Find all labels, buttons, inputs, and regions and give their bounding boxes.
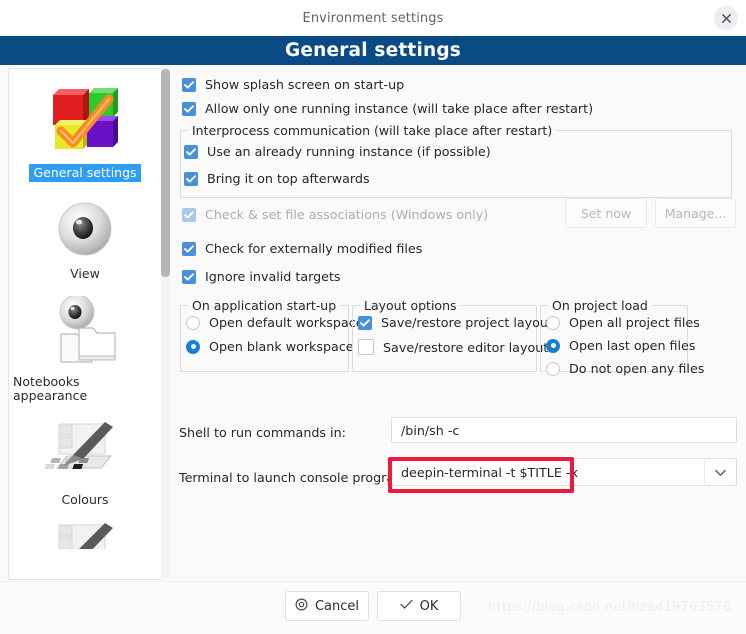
checkbox-row-single-instance[interactable]: Allow only one running instance (will ta… — [182, 101, 593, 116]
ok-button-label: OK — [419, 598, 439, 614]
eye-icon — [39, 198, 131, 260]
sidebar-item-label: Notebooks appearance — [13, 373, 88, 404]
section-header: General settings — [0, 36, 746, 65]
checkbox-row-save-project-layout[interactable]: Save/restore project layout — [358, 315, 553, 330]
check-icon — [399, 599, 413, 614]
checkbox-label: Allow only one running instance (will ta… — [205, 101, 594, 116]
checkbox-label: Check & set file associations (Windows o… — [205, 207, 489, 222]
environment-settings-dialog: Environment settings General settings Ge… — [0, 0, 746, 634]
checkbox-file-associations[interactable] — [182, 207, 196, 222]
checkbox-label: Bring it on top afterwards — [207, 171, 370, 186]
radio-open-blank-workspace[interactable] — [186, 339, 200, 354]
project-load-group-title: On project load — [548, 298, 652, 313]
radio-open-default-workspace[interactable] — [186, 315, 200, 330]
checkbox-row-use-running-instance[interactable]: Use an already running instance (if poss… — [184, 144, 491, 159]
checkbox-check-external-mods[interactable] — [182, 241, 196, 256]
radio-row-open-all-project-files[interactable]: Open all project files — [546, 315, 700, 330]
colored-cubes-check-icon — [39, 81, 131, 159]
radio-label: Do not open any files — [569, 361, 705, 376]
checkbox-bring-on-top[interactable] — [184, 171, 198, 186]
palette-brush-icon — [39, 418, 131, 486]
dialog-body: General settings View Notebooks appearan… — [0, 65, 746, 581]
radio-row-open-last-open-files[interactable]: Open last open files — [546, 338, 695, 353]
checkbox-row-ignore-invalid-targets[interactable]: Ignore invalid targets — [182, 269, 341, 284]
checkbox-label: Ignore invalid targets — [205, 269, 341, 284]
settings-sidebar[interactable]: General settings View Notebooks appearan… — [8, 68, 162, 580]
close-icon — [721, 13, 732, 24]
window-title: Environment settings — [302, 10, 444, 26]
chevron-down-icon — [715, 465, 726, 480]
sidebar-item-notebooks-appearance[interactable]: Notebooks appearance — [9, 284, 161, 406]
shell-field-label: Shell to run commands in: — [179, 425, 346, 440]
sidebar-item-label: General settings — [29, 164, 141, 183]
checkbox-save-editor-layout[interactable] — [358, 339, 374, 355]
set-now-button[interactable]: Set now — [565, 198, 647, 228]
palette-brush-icon — [39, 519, 131, 555]
interprocess-group-title: Interprocess communication (will take pl… — [188, 123, 557, 138]
close-button[interactable] — [714, 6, 738, 30]
sidebar-item-colours[interactable]: Colours — [9, 406, 161, 509]
manage-button[interactable]: Manage... — [655, 198, 736, 228]
shell-input[interactable]: /bin/sh -c — [391, 417, 737, 443]
checkbox-label: Show splash screen on start-up — [205, 77, 405, 92]
folders-eye-icon — [39, 294, 131, 368]
sidebar-item-label: View — [70, 266, 100, 282]
checkbox-single-instance[interactable] — [182, 101, 196, 116]
radio-row-do-not-open-any-files[interactable]: Do not open any files — [546, 361, 704, 376]
radio-label: Open all project files — [569, 315, 700, 330]
radio-row-open-blank-workspace[interactable]: Open blank workspace — [186, 339, 354, 354]
checkbox-row-save-editor-layout[interactable]: Save/restore editor layout — [358, 339, 548, 355]
sidebar-item-view[interactable]: View — [9, 182, 161, 283]
checkbox-use-running-instance[interactable] — [184, 144, 198, 159]
terminal-combobox-input[interactable]: deepin-terminal -t $TITLE -x — [391, 458, 709, 486]
radio-row-open-default-workspace[interactable]: Open default workspace — [186, 315, 364, 330]
checkbox-ignore-invalid-targets[interactable] — [182, 269, 196, 284]
layout-options-group-title: Layout options — [360, 298, 461, 313]
radio-do-not-open-any-files[interactable] — [546, 361, 560, 376]
checkbox-show-splash[interactable] — [182, 77, 196, 92]
checkbox-label: Check for externally modified files — [205, 241, 423, 256]
checkbox-row-bring-on-top[interactable]: Bring it on top afterwards — [184, 171, 370, 186]
checkbox-row-check-external-mods[interactable]: Check for externally modified files — [182, 241, 422, 256]
sidebar-scrollbar-thumb[interactable] — [161, 69, 170, 277]
cancel-circle-icon — [295, 597, 308, 615]
interprocess-group: Interprocess communication (will take pl… — [180, 123, 732, 198]
checkbox-label: Save/restore editor layout — [383, 339, 549, 355]
sidebar-item-label: Colours — [61, 491, 109, 507]
checkbox-row-file-associations[interactable]: Check & set file associations (Windows o… — [182, 207, 488, 222]
ok-button[interactable]: OK — [377, 591, 461, 621]
radio-label: Open blank workspace — [209, 339, 354, 354]
radio-open-last-open-files[interactable] — [546, 338, 560, 353]
terminal-field-label: Terminal to launch console programs — [179, 470, 414, 485]
general-settings-pane: Show splash screen on start-up Allow onl… — [172, 65, 738, 581]
radio-label: Open default workspace — [209, 315, 364, 330]
checkbox-label: Use an already running instance (if poss… — [207, 144, 491, 159]
sidebar-item-general-settings[interactable]: General settings — [9, 71, 161, 183]
startup-group-title: On application start-up — [188, 298, 341, 313]
cancel-button-label: Cancel — [314, 598, 360, 614]
sidebar-item-partial[interactable] — [9, 509, 161, 555]
checkbox-row-show-splash[interactable]: Show splash screen on start-up — [182, 77, 404, 92]
checkbox-label: Save/restore project layout — [381, 315, 553, 330]
title-bar: Environment settings — [0, 0, 746, 37]
checkbox-save-project-layout[interactable] — [358, 315, 372, 330]
terminal-dropdown-button[interactable] — [704, 458, 737, 486]
cancel-button[interactable]: Cancel — [285, 591, 369, 621]
radio-label: Open last open files — [569, 338, 696, 353]
radio-open-all-project-files[interactable] — [546, 315, 560, 330]
watermark-text: https://blog.csdn.net/hza419763578 — [488, 600, 732, 615]
section-header-title: General settings — [284, 40, 462, 61]
